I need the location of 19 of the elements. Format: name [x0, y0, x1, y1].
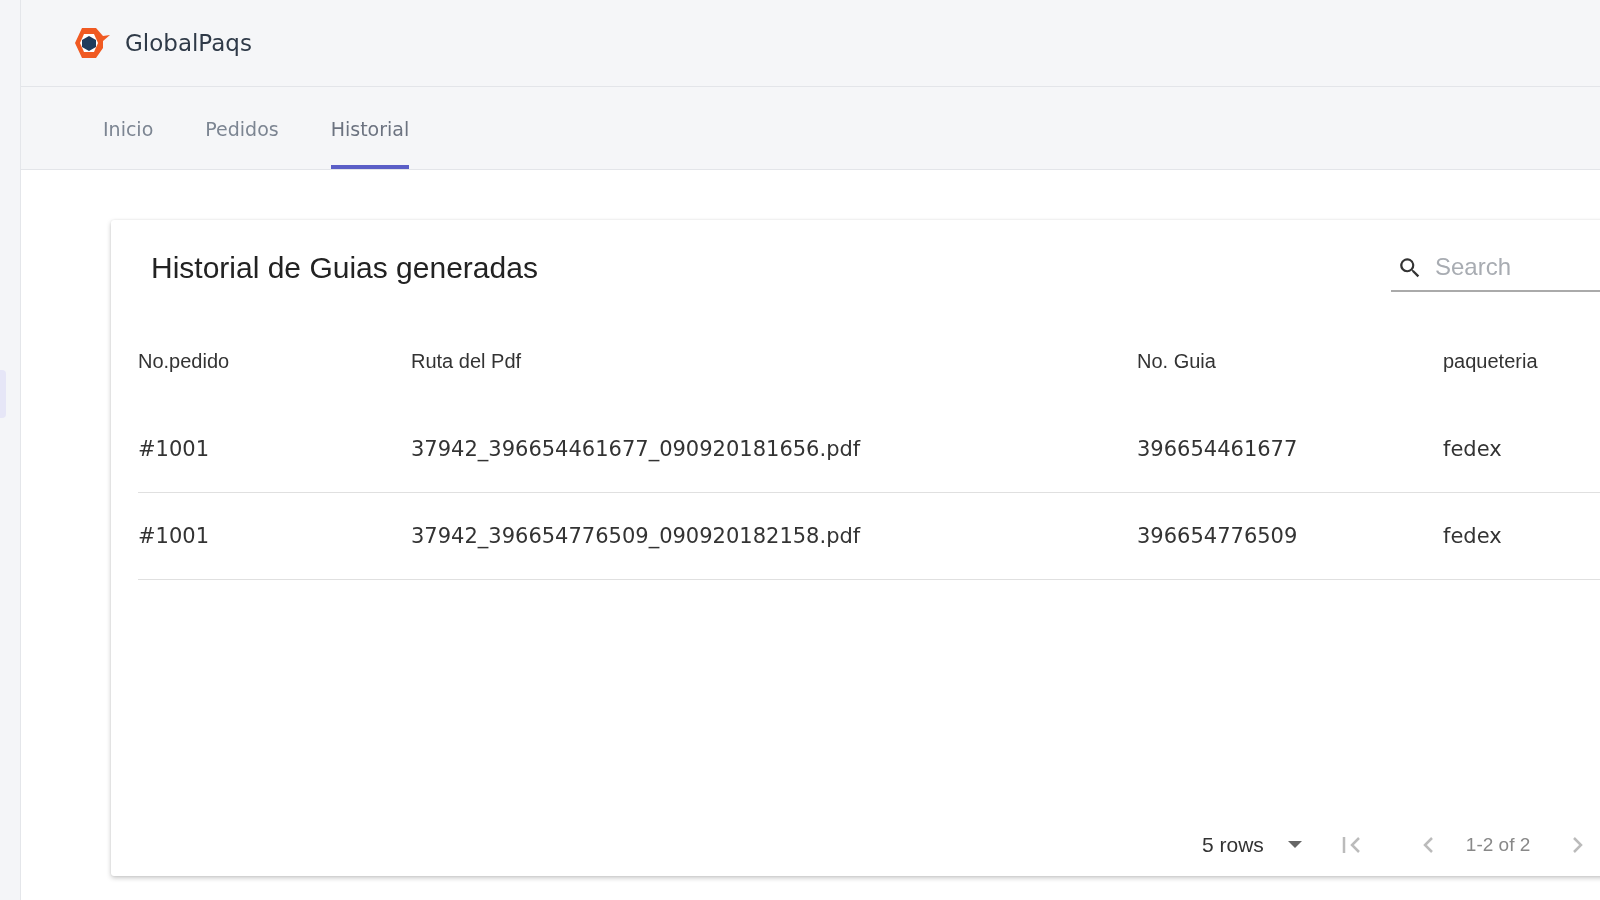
table-cell: #1001	[138, 493, 411, 580]
table-cell: 396654461677	[1110, 406, 1443, 493]
column-header[interactable]: No. Guia	[1137, 316, 1443, 406]
table-cell: 396654776509	[1110, 493, 1443, 580]
table-cell: 37942_396654776509_090920182158.pdf	[384, 493, 1137, 580]
page-range: 1-2 of 2	[1465, 834, 1531, 856]
card-title: Historial de Guias generadas	[151, 251, 539, 285]
table-cell: 37942_396654461677_090920181656.pdf	[384, 406, 1137, 493]
column-header[interactable]: paqueteria	[1443, 316, 1600, 406]
table-cell: #1001	[138, 406, 411, 493]
search-field[interactable]: Search	[1391, 244, 1600, 292]
hexagon-logo-icon	[73, 26, 111, 60]
column-header[interactable]: No.pedido	[138, 316, 411, 406]
nav-tab[interactable]: Inicio	[103, 87, 154, 169]
rows-per-page-dropdown[interactable]: 5 rows	[1202, 833, 1302, 857]
nav-tab[interactable]: Historial	[330, 87, 410, 169]
brand-name: GlobalPaqs	[125, 30, 252, 56]
column-header[interactable]: Ruta del Pdf	[411, 316, 1137, 406]
caret-icon	[1287, 841, 1302, 849]
